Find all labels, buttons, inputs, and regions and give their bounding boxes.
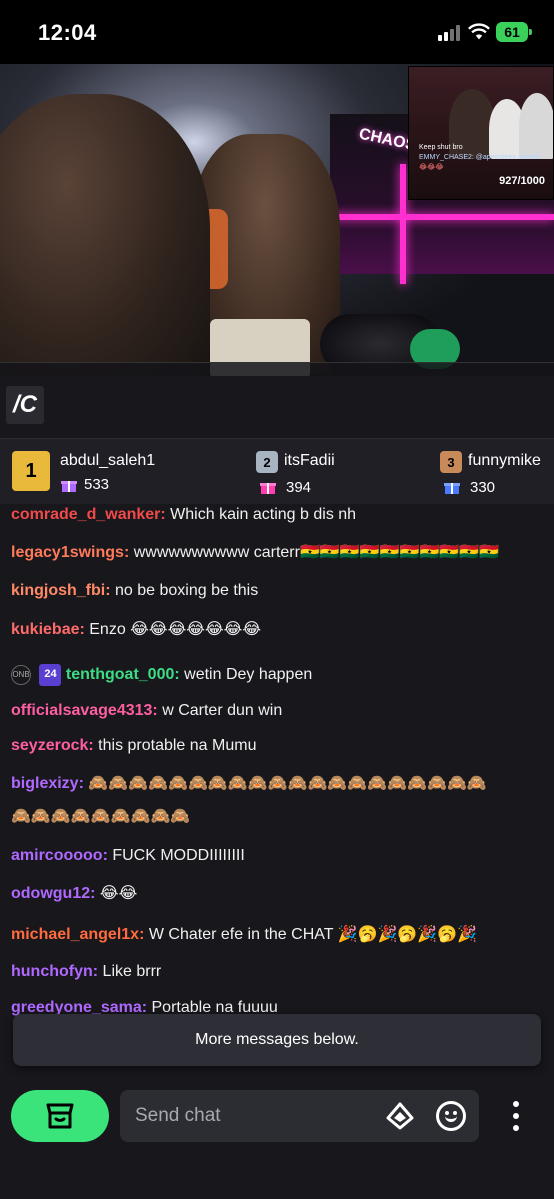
overlay-chat-line: 😂😂😂 (419, 164, 444, 171)
chat-username[interactable]: tenthgoat_000: (66, 666, 180, 683)
rank-1-badge: 1 (12, 451, 50, 491)
chat-username[interactable]: kukiebae: (11, 621, 85, 638)
chat-message-continuation: 🙈🙈🙈🙈🙈🙈🙈🙈🙈 (11, 808, 191, 825)
chat-feed[interactable]: comrade_d_wanker: Which kain acting b di… (0, 504, 554, 1084)
battery-level: 61 (504, 24, 520, 40)
viewer-counter: 927/1000 (499, 175, 545, 187)
gifter-name: funnymike (468, 452, 541, 469)
chat-username[interactable]: officialsavage4313: (11, 702, 158, 719)
chat-username[interactable]: seyzerock: (11, 737, 94, 754)
chat-username[interactable]: kingjosh_fbi: (11, 582, 111, 599)
chat-text: wetin Dey happen (179, 666, 313, 684)
chat-username[interactable]: odowgu12: (11, 885, 95, 902)
channel-logo-text: /C (13, 391, 37, 418)
chat-text: 🙈🙈🙈🙈🙈🙈🙈🙈🙈🙈🙈🙈🙈🙈🙈🙈🙈🙈🙈🙈 (83, 775, 487, 792)
gifter-name: abdul_saleh1 (60, 452, 156, 469)
chat-message[interactable]: comrade_d_wanker: Which kain acting b di… (11, 504, 356, 525)
gift-icon (260, 483, 276, 494)
chat-message[interactable]: kingjosh_fbi: no be boxing be this (11, 580, 258, 601)
channel-bar: /C (0, 376, 554, 438)
more-messages-below-button[interactable]: More messages below. (13, 1014, 541, 1066)
cellular-signal-icon (438, 25, 460, 41)
store-icon (46, 1103, 74, 1129)
overlay-chat: Keep shut bro EMMY_CHASE2: @apeissleek a… (419, 143, 553, 173)
chat-username[interactable]: comrade_d_wanker: (11, 506, 166, 523)
gift-count: 330 (470, 479, 496, 496)
chat-username[interactable]: legacy1swings: (11, 544, 129, 561)
send-chat-placeholder: Send chat (135, 1105, 221, 1126)
chat-text: W Chater efe in the CHAT 🎉🥱🎉🥱🎉🥱🎉 (144, 926, 478, 943)
gift-count: 533 (84, 476, 110, 493)
chat-text: no be boxing be this (110, 582, 259, 599)
overlay-chat-line: Keep shut bro (419, 144, 463, 151)
wifi-icon (468, 23, 490, 40)
chat-text: wwwwwwwwww carterr🇬🇭🇬🇭🇬🇭🇬🇭🇬🇭🇬🇭🇬🇭🇬🇭🇬🇭🇬🇭 (129, 544, 500, 561)
gift-icon (444, 483, 460, 494)
status-time: 12:04 (38, 20, 97, 45)
chat-username[interactable]: amircooooo: (11, 847, 108, 864)
kick-emote-icon[interactable] (386, 1102, 414, 1130)
battery-icon: 61 (496, 22, 532, 42)
chat-message[interactable]: officialsavage4313: w Carter dun win (11, 700, 282, 721)
rank-2-badge: 2 (256, 451, 278, 473)
emoji-picker-icon[interactable] (436, 1101, 466, 1131)
chat-text: FUCK MODDIIIIIIII (107, 847, 245, 864)
chat-text: 😂😂 (95, 885, 138, 902)
video-player[interactable]: CHAOS RING Keep shut bro EMMY_CHASE2: @a… (0, 64, 554, 376)
chat-text: this protable na Mumu (93, 737, 257, 754)
chat-message[interactable]: seyzerock: this protable na Mumu (11, 735, 256, 756)
chat-message[interactable]: michael_angel1x: W Chater efe in the CHA… (11, 924, 477, 945)
chat-username[interactable]: hunchofyn: (11, 963, 98, 980)
gift-icon (61, 481, 77, 492)
chat-username[interactable]: biglexizy: (11, 775, 84, 792)
gifter-name: itsFadii (284, 452, 335, 469)
chat-message[interactable]: odowgu12: 😂😂 (11, 883, 137, 904)
chat-message[interactable]: amircooooo: FUCK MODDIIIIIIII (11, 845, 245, 866)
channel-logo[interactable]: /C (6, 386, 44, 424)
video-controls-bar[interactable] (0, 362, 554, 376)
chat-badge: 24 (39, 664, 62, 686)
gift-count: 394 (286, 479, 312, 496)
more-options-icon[interactable] (510, 1101, 522, 1131)
chat-text: Like brrr (98, 963, 162, 980)
video-fighter (0, 94, 210, 376)
status-bar: 12:04 61 (0, 0, 554, 64)
chat-message[interactable]: ONB 24 tenthgoat_000: wetin Dey happen (11, 664, 312, 686)
chat-text: w Carter dun win (157, 702, 283, 719)
overlay-chat-line: EMMY_CHASE2: @apeissleek anwear (419, 154, 541, 161)
chat-text: Enzo 😂😂😂😂😂😂😂 (84, 621, 262, 638)
chat-message[interactable]: kukiebae: Enzo 😂😂😂😂😂😂😂 (11, 619, 261, 640)
chat-message[interactable]: legacy1swings: wwwwwwwwww carterr🇬🇭🇬🇭🇬🇭🇬… (11, 542, 499, 563)
chat-message[interactable]: hunchofyn: Like brrr (11, 961, 161, 982)
send-chat-input[interactable]: Send chat (120, 1090, 479, 1142)
chat-text: Which kain acting b dis nh (165, 506, 357, 523)
bottom-bar: Send chat (0, 1084, 554, 1199)
rank-3-badge: 3 (440, 451, 462, 473)
chat-message[interactable]: biglexizy: 🙈🙈🙈🙈🙈🙈🙈🙈🙈🙈🙈🙈🙈🙈🙈🙈🙈🙈🙈🙈 (11, 773, 487, 794)
streamer-webcam-overlay: Keep shut bro EMMY_CHASE2: @apeissleek a… (408, 66, 554, 200)
gifter-leaderboard: 1 abdul_saleh1 533 2 itsFadii 394 3 funn… (0, 438, 554, 504)
chat-badge: ONB (11, 665, 31, 685)
shop-button[interactable] (11, 1090, 109, 1142)
chat-username[interactable]: michael_angel1x: (11, 926, 144, 943)
